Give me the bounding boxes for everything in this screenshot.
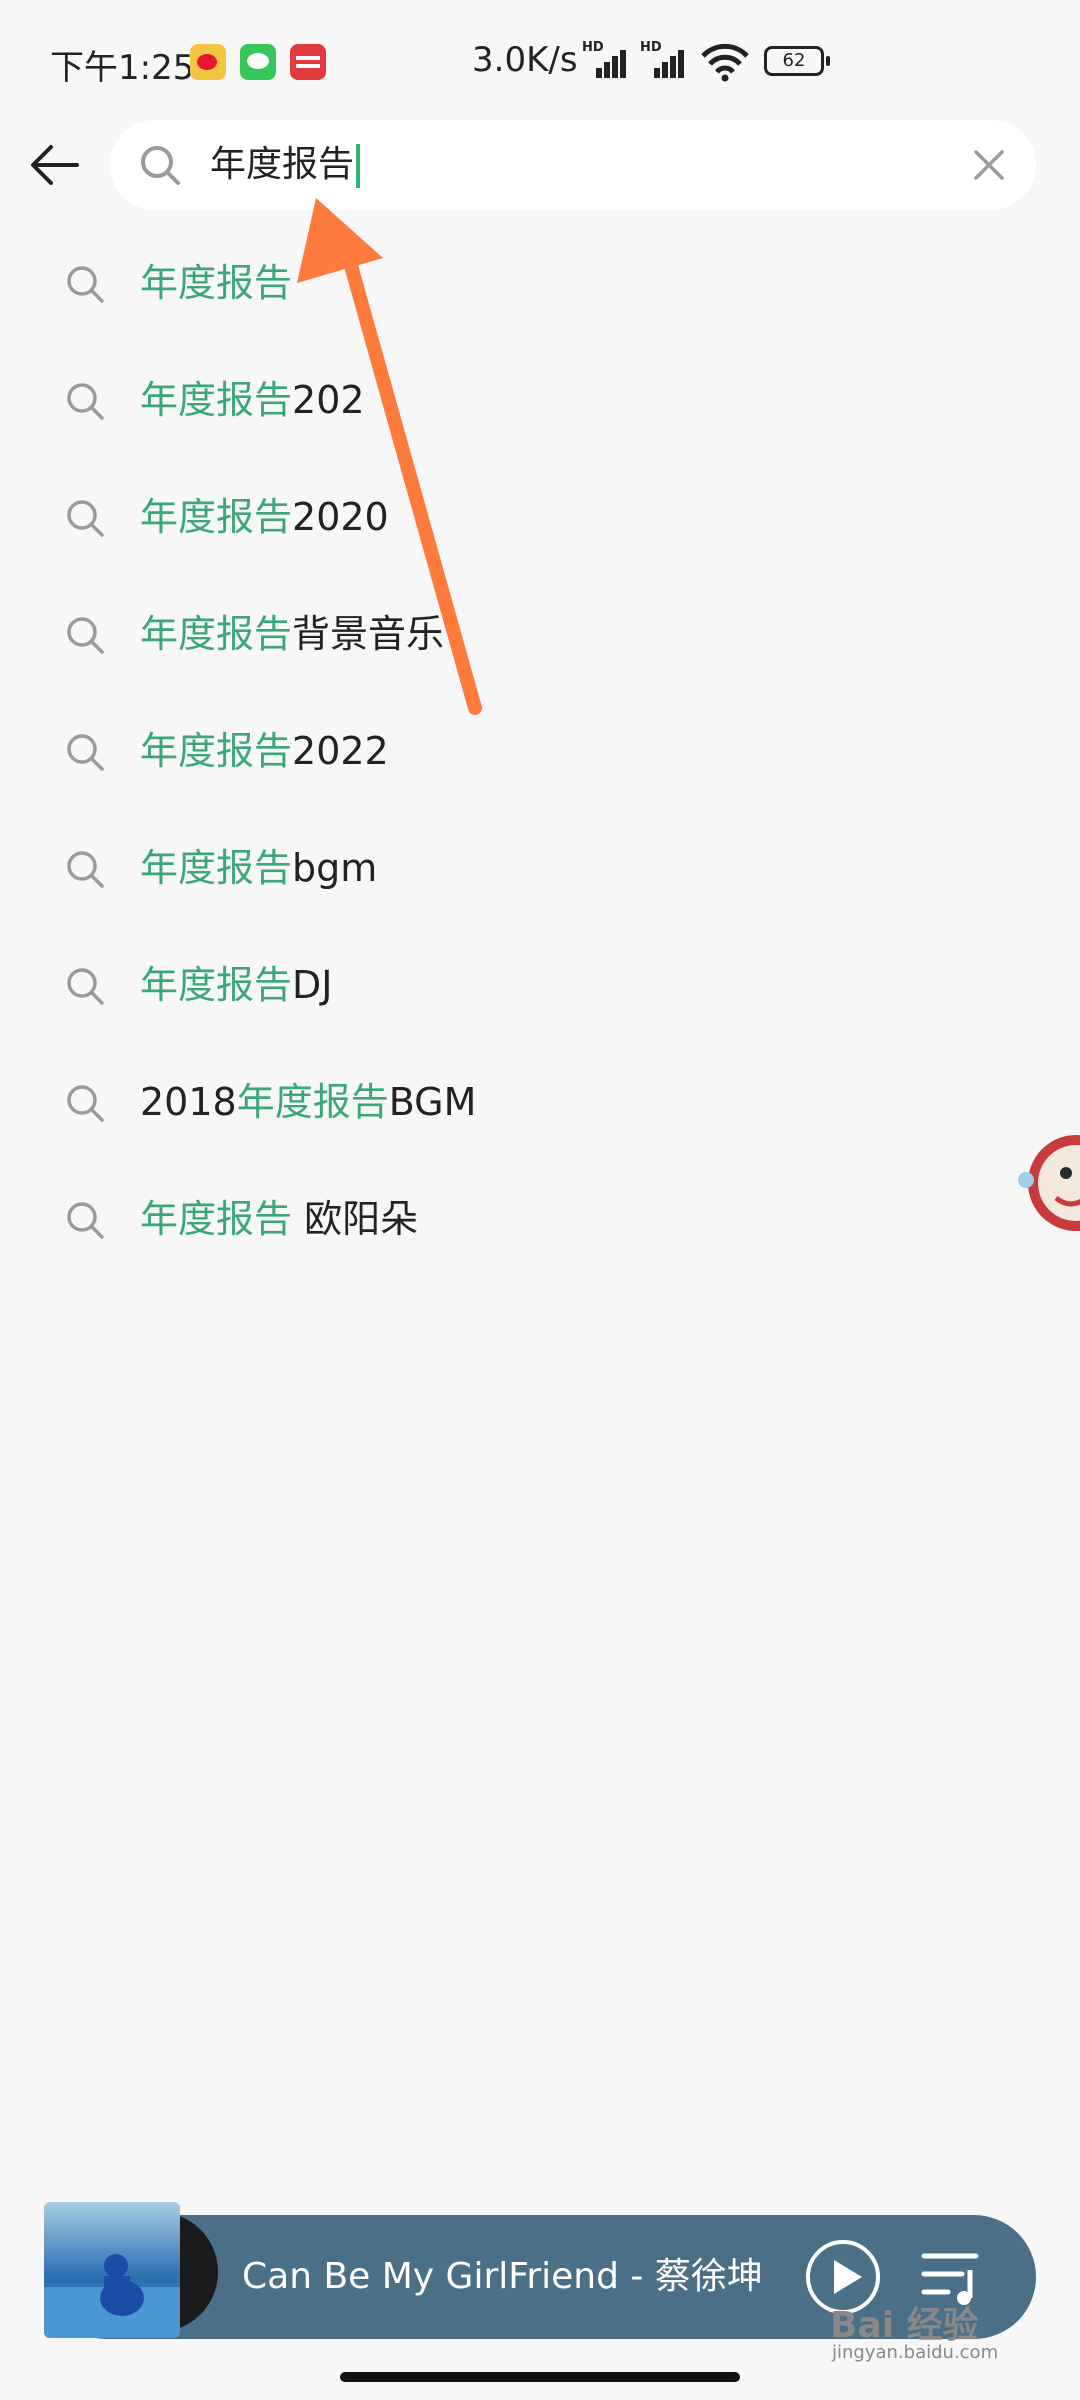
suggestion-highlight: 年度报告 bbox=[140, 963, 293, 1007]
floating-mascot-icon[interactable] bbox=[1016, 1118, 1080, 1248]
close-icon bbox=[974, 150, 1004, 180]
search-bar[interactable]: 年度报告 bbox=[110, 120, 1036, 210]
search-icon bbox=[67, 1085, 104, 1122]
suggestion-suffix: 2020 bbox=[292, 495, 389, 539]
search-icon bbox=[67, 617, 104, 654]
suggestion-text: 年度报告2022 bbox=[140, 693, 389, 810]
back-arrow-icon bbox=[31, 145, 79, 185]
suggestion-item[interactable]: 年度报告 欧阳朵 bbox=[0, 1161, 1080, 1278]
shopping-app-icon bbox=[290, 44, 326, 80]
suggestion-suffix: BGM bbox=[388, 1080, 477, 1124]
suggestion-suffix: DJ bbox=[292, 963, 333, 1007]
suggestion-suffix: 背景音乐 bbox=[292, 612, 445, 656]
suggestion-suffix: bgm bbox=[292, 846, 378, 890]
search-icon bbox=[67, 734, 104, 771]
suggestion-item[interactable]: 2018年度报告BGM bbox=[0, 1044, 1080, 1161]
back-button[interactable] bbox=[22, 132, 88, 198]
search-icon bbox=[67, 383, 104, 420]
wifi-icon bbox=[701, 43, 749, 82]
suggestion-item[interactable]: 年度报告202 bbox=[0, 342, 1080, 459]
album-art-image bbox=[44, 2254, 180, 2338]
suggestion-highlight: 年度报告 bbox=[140, 261, 293, 305]
suggestion-highlight: 年度报告 bbox=[140, 612, 293, 656]
search-icon bbox=[141, 146, 180, 185]
signal-icon: HD bbox=[582, 40, 632, 80]
search-icon bbox=[67, 1202, 104, 1239]
text-cursor bbox=[356, 144, 361, 188]
suggestion-suffix: 202 bbox=[292, 378, 365, 422]
album-cover[interactable] bbox=[44, 2202, 180, 2338]
suggestion-text: 年度报告DJ bbox=[140, 927, 332, 1044]
suggestion-highlight: 年度报告 bbox=[140, 1197, 293, 1241]
suggestion-item[interactable]: 年度报告2020 bbox=[0, 459, 1080, 576]
suggestion-highlight: 年度报告 bbox=[140, 495, 293, 539]
search-icon bbox=[67, 851, 104, 888]
suggestion-text: 年度报告背景音乐 bbox=[140, 576, 444, 693]
search-icon bbox=[67, 968, 104, 1005]
message-icon bbox=[240, 44, 276, 80]
watermark-text: Bai 经验 bbox=[830, 2305, 979, 2346]
suggestion-item[interactable]: 年度报告 bbox=[0, 225, 1080, 342]
hd-label: HD bbox=[582, 40, 604, 55]
suggestion-text: 年度报告202 bbox=[140, 342, 365, 459]
suggestion-list: 年度报告 年度报告202 年度报告2020 年度报告背景音乐 年度报告2022 年度报告b… bbox=[0, 225, 1080, 1278]
suggestion-text: 年度报告 bbox=[140, 225, 292, 342]
suggestion-highlight: 年度报告 bbox=[140, 378, 293, 422]
suggestion-text: 年度报告2020 bbox=[140, 459, 389, 576]
suggestion-text: 年度报告 欧阳朵 bbox=[140, 1161, 418, 1278]
suggestion-text: 2018年度报告BGM bbox=[140, 1044, 476, 1161]
network-speed: 3.0K/s bbox=[472, 40, 578, 80]
clear-search-button[interactable] bbox=[962, 138, 1016, 192]
suggestion-suffix: 2022 bbox=[292, 729, 389, 773]
search-icon bbox=[67, 266, 104, 303]
suggestion-item[interactable]: 年度报告DJ bbox=[0, 927, 1080, 1044]
search-input[interactable]: 年度报告 bbox=[210, 120, 361, 210]
home-indicator[interactable] bbox=[340, 2372, 740, 2382]
suggestion-item[interactable]: 年度报告2022 bbox=[0, 693, 1080, 810]
suggestion-item[interactable]: 年度报告背景音乐 bbox=[0, 576, 1080, 693]
suggestion-text: 年度报告bgm bbox=[140, 810, 377, 927]
search-query: 年度报告 bbox=[210, 144, 355, 185]
suggestion-item[interactable]: 年度报告bgm bbox=[0, 810, 1080, 927]
weibo-icon bbox=[190, 44, 226, 80]
suggestion-highlight: 年度报告 bbox=[140, 729, 293, 773]
suggestion-suffix: 欧阳朵 bbox=[292, 1197, 419, 1241]
now-playing-title[interactable]: Can Be My GirlFriend - 蔡徐坤 bbox=[242, 2215, 763, 2339]
status-bar: 下午1:25 3.0K/s HD HD 62 bbox=[0, 0, 1080, 110]
signal-icon-2: HD bbox=[640, 40, 690, 80]
suggestion-highlight: 年度报告 bbox=[236, 1080, 389, 1124]
suggestion-prefix: 2018 bbox=[140, 1080, 237, 1124]
search-icon bbox=[67, 500, 104, 537]
suggestion-highlight: 年度报告 bbox=[140, 846, 293, 890]
status-time: 下午1:25 bbox=[50, 48, 195, 88]
hd-label-2: HD bbox=[640, 40, 662, 55]
watermark-url: jingyan.baidu.com bbox=[832, 2342, 999, 2363]
battery-icon: 62 bbox=[764, 46, 830, 76]
